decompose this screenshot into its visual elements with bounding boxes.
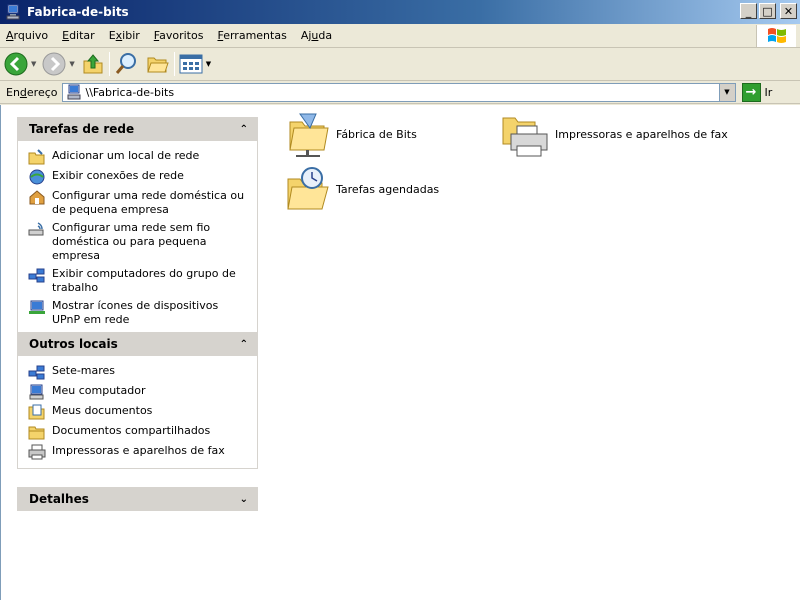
place-printers-faxes[interactable]: Impressoras e aparelhos de fax: [28, 444, 249, 460]
details-header[interactable]: Detalhes ⌄: [17, 487, 258, 511]
printer-icon: [28, 444, 46, 460]
task-setup-wireless-network[interactable]: Configurar uma rede sem fio doméstica ou…: [28, 221, 249, 263]
forward-dropdown-icon[interactable]: ▼: [69, 60, 74, 68]
search-button[interactable]: [114, 50, 140, 78]
folders-icon: [147, 57, 169, 73]
place-my-computer[interactable]: Meu computador: [28, 384, 249, 400]
my-documents-icon: [28, 404, 45, 420]
task-view-workgroup-computers[interactable]: Exibir computadores do grupo de trabalho: [28, 267, 249, 295]
folder-icon: [28, 426, 45, 440]
address-label: Endereço: [6, 85, 58, 99]
back-dropdown-icon[interactable]: ▼: [31, 60, 36, 68]
toolbar-separator: [108, 52, 110, 76]
expand-icon[interactable]: ⌄: [240, 494, 248, 505]
other-places-header[interactable]: Outros locais ⌃: [17, 332, 258, 356]
menu-arquivo[interactable]: Arquivo: [0, 29, 56, 42]
network-share-folder-icon: [289, 113, 329, 157]
panel-title: Detalhes: [29, 492, 89, 506]
views-button[interactable]: [179, 50, 203, 78]
address-bar: Endereço \\Fabrica-de-bits ▼ → Ir: [0, 81, 800, 104]
toolbar: ▼ ▼ ▼: [0, 48, 800, 81]
scheduled-tasks-folder-icon: [287, 167, 329, 210]
other-places-panel: Outros locais ⌃ Sete-mares Meu computado…: [17, 332, 258, 469]
task-setup-home-network[interactable]: Configurar uma rede doméstica ou de pequ…: [28, 189, 249, 217]
content-area: Tarefas de rede ⌃ Adicionar um local de …: [0, 105, 800, 600]
toolbar-separator: [173, 52, 175, 76]
address-input[interactable]: \\Fabrica-de-bits ▼: [61, 82, 736, 102]
maximize-icon: □: [762, 4, 773, 18]
place-sete-mares[interactable]: Sete-mares: [28, 364, 249, 380]
place-shared-documents[interactable]: Documentos compartilhados: [28, 424, 249, 440]
panel-title: Outros locais: [29, 337, 118, 351]
network-tasks-panel: Tarefas de rede ⌃ Adicionar um local de …: [17, 117, 258, 336]
menu-exibir[interactable]: Exibir: [103, 29, 148, 42]
forward-button[interactable]: [42, 50, 66, 78]
go-button[interactable]: → Ir: [741, 82, 773, 102]
maximize-button[interactable]: □: [759, 3, 776, 19]
network-tasks-body: Adicionar um local de rede Exibir conexõ…: [17, 141, 258, 336]
network-tasks-header[interactable]: Tarefas de rede ⌃: [17, 117, 258, 141]
collapse-icon[interactable]: ⌃: [240, 339, 248, 350]
back-arrow-icon: [4, 52, 28, 76]
menu-editar[interactable]: Editar: [56, 29, 103, 42]
up-button[interactable]: [81, 50, 105, 78]
close-button[interactable]: ✕: [780, 3, 797, 19]
menu-bar: Arquivo Editar Exibir Favoritos Ferramen…: [0, 24, 800, 48]
menu-ajuda[interactable]: Ajuda: [295, 29, 340, 42]
details-panel: Detalhes ⌄: [17, 487, 258, 511]
item-printers-and-faxes[interactable]: Impressoras e aparelhos de fax: [501, 110, 728, 158]
home-network-icon: [29, 190, 45, 205]
panel-title: Tarefas de rede: [29, 122, 135, 136]
address-value: \\Fabrica-de-bits: [85, 85, 175, 99]
printers-folder-icon: [502, 117, 548, 157]
task-view-network-connections[interactable]: Exibir conexões de rede: [28, 169, 249, 185]
network-computer-icon: [6, 4, 20, 20]
windows-flag-icon: [767, 28, 786, 43]
task-add-network-place[interactable]: Adicionar um local de rede: [28, 149, 249, 165]
go-arrow-icon: →: [741, 82, 761, 102]
title-bar: Fabrica-de-bits _ □ ✕: [0, 0, 800, 24]
upnp-device-icon: [29, 300, 45, 314]
task-show-upnp-devices[interactable]: Mostrar ícones de dispositivos UPnP em r…: [28, 299, 249, 327]
go-label: Ir: [764, 85, 773, 99]
chevron-down-icon: ▼: [724, 88, 730, 96]
add-network-place-icon: [28, 149, 45, 165]
folder-up-icon: [83, 54, 103, 74]
views-icon: [179, 54, 203, 74]
item-scheduled-tasks[interactable]: Tarefas agendadas: [286, 165, 439, 213]
views-dropdown-icon[interactable]: ▼: [206, 60, 211, 68]
back-button[interactable]: [4, 50, 28, 78]
address-dropdown-button[interactable]: ▼: [718, 83, 735, 101]
collapse-icon[interactable]: ⌃: [240, 124, 248, 135]
minimize-icon: _: [745, 4, 752, 18]
other-places-body: Sete-mares Meu computador Meus documento…: [17, 356, 258, 469]
network-computer-icon: [67, 84, 80, 100]
windows-logo: [756, 25, 796, 47]
window-title: Fabrica-de-bits: [27, 5, 129, 19]
workgroup-computers-icon: [28, 268, 45, 283]
minimize-button[interactable]: _: [740, 3, 757, 19]
place-my-documents[interactable]: Meus documentos: [28, 404, 249, 420]
network-connections-icon: [29, 169, 45, 185]
wireless-network-icon: [28, 222, 44, 236]
close-icon: ✕: [783, 4, 794, 18]
search-icon: [115, 53, 136, 74]
folders-button[interactable]: [146, 50, 170, 78]
workgroup-icon: [28, 365, 45, 380]
menu-favoritos[interactable]: Favoritos: [148, 29, 212, 42]
menu-ferramentas[interactable]: Ferramentas: [211, 29, 294, 42]
forward-arrow-icon: [42, 52, 66, 76]
my-computer-icon: [29, 384, 44, 400]
item-fabrica-de-bits[interactable]: Fábrica de Bits: [286, 110, 417, 158]
